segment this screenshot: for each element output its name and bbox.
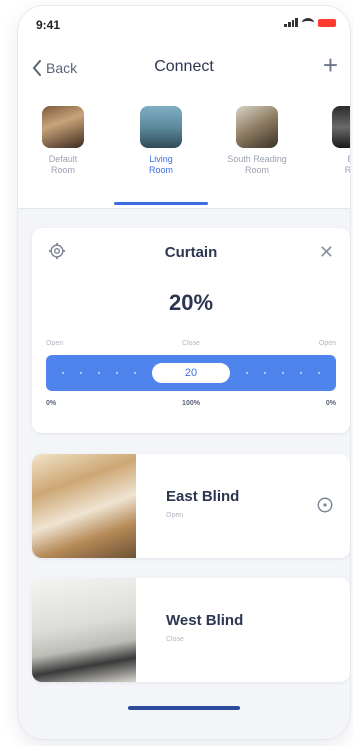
left-percent: 0%: [46, 400, 57, 407]
blind-name: West Blind: [166, 612, 244, 629]
room-selector: Default Room Living Room South Reading Room…: [18, 100, 350, 209]
curtain-slider[interactable]: 20: [46, 355, 336, 391]
curtain-card: Curtain ✕ 20% Open Close Open 20 0% 100%…: [32, 228, 350, 433]
status-bar: 9:41: [18, 6, 350, 40]
slider-tick: [264, 372, 266, 374]
center-percent: 100%: [182, 400, 200, 407]
room-thumbnail: [236, 106, 278, 148]
room-thumbnail: [42, 106, 84, 148]
room-thumbnail: [140, 106, 182, 148]
slider-tick: [134, 372, 136, 374]
wifi-icon: [302, 18, 314, 27]
east-blind-image: [32, 454, 136, 558]
right-state-label: Open: [318, 340, 336, 347]
slider-tick: [318, 372, 320, 374]
slider-tick: [80, 372, 82, 374]
handle-right-grip: [214, 367, 224, 379]
left-state-label: Open: [46, 340, 64, 347]
room-label: Living Room: [148, 154, 173, 175]
curtain-percent: 20%: [168, 290, 214, 315]
slider-tick: [62, 372, 64, 374]
room-tab-living[interactable]: Living Room: [116, 106, 206, 176]
phone-screen: 9:41 Back Connect + Default Room Living Ro…: [18, 6, 350, 739]
close-icon[interactable]: ✕: [319, 242, 334, 263]
room-tab-bedroom[interactable]: BeRoo: [308, 106, 350, 176]
room-label: BeRoo: [344, 154, 350, 175]
center-state-label: Close: [182, 340, 200, 347]
signal-icon: [284, 18, 298, 27]
blind-name: East Blind: [166, 488, 240, 505]
slider-tick: [282, 372, 284, 374]
room-label: Default Room: [48, 154, 78, 175]
room-label: South Reading Room: [227, 154, 287, 175]
active-tab-indicator: [114, 202, 208, 205]
slider-tick: [116, 372, 118, 374]
nav-bar: Back Connect +: [18, 40, 350, 100]
blind-status: Open: [166, 512, 184, 519]
room-tab-default[interactable]: Default Room: [18, 106, 108, 176]
room-tab-south-reading[interactable]: South Reading Room: [212, 106, 302, 176]
battery-icon: [318, 18, 336, 27]
slider-tick: [300, 372, 302, 374]
slider-state-labels: Open Close Open: [46, 340, 336, 347]
home-indicator: [128, 706, 240, 710]
west-blind-image: [32, 578, 136, 682]
curtain-title: Curtain: [164, 244, 218, 261]
timer-icon[interactable]: [316, 496, 334, 514]
slider-tick: [98, 372, 100, 374]
slider-handle[interactable]: 20: [150, 361, 232, 385]
west-blind-card[interactable]: West Blind Close: [32, 578, 350, 682]
status-icons: [284, 18, 336, 27]
status-time: 9:41: [36, 18, 61, 32]
room-thumbnail: [332, 106, 350, 148]
slider-tick: [246, 372, 248, 374]
east-blind-card[interactable]: East Blind Open: [32, 454, 350, 558]
plus-icon[interactable]: +: [323, 52, 338, 78]
right-percent: 0%: [325, 400, 336, 407]
slider-percent-labels: 0% 100% 0%: [46, 400, 336, 407]
blind-status: Close: [166, 636, 184, 643]
page-title: Connect: [154, 58, 214, 75]
